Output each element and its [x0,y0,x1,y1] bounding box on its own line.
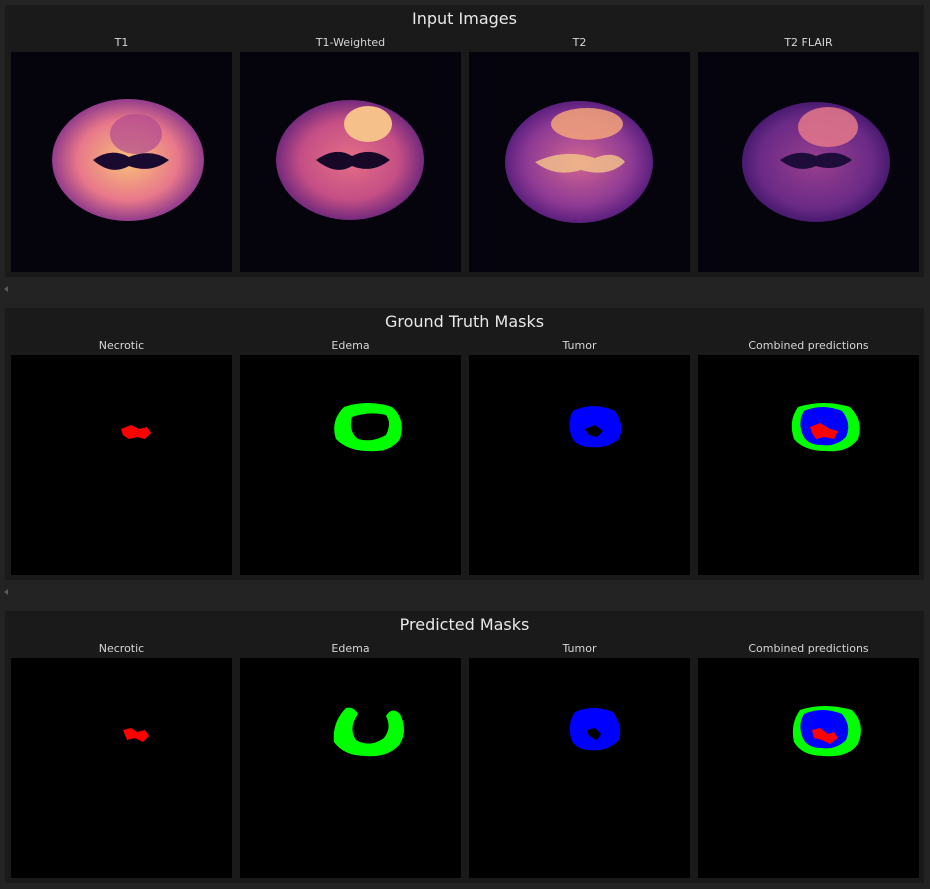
subplot-title: Combined predictions [748,339,869,352]
tumor-region [800,710,849,749]
edema-mask-image [240,355,461,575]
input-images-panel: Input Images T1 T1-Weighted T2 T2 FLAIR [5,5,924,277]
t2-flair-image [698,52,919,272]
t1-image [11,52,232,272]
panel-title: Input Images [412,9,517,28]
t2-image [469,52,690,272]
necrotic-region [123,728,149,742]
predicted-masks-panel: Predicted Masks Necrotic Edema Tumor Com… [5,611,924,883]
tumor-region [798,107,858,147]
ground-truth-masks-panel: Ground Truth Masks Necrotic Edema Tumor [5,308,924,580]
panel-title: Predicted Masks [399,615,530,634]
subplot-title: T2 [572,36,587,49]
scroll-left-arrow-icon[interactable] [4,589,8,595]
combined-mask-image [698,658,919,878]
horizontal-scrollbar[interactable] [0,580,930,606]
subplot-title: Necrotic [98,339,145,352]
edema-mask-image [240,658,461,878]
subplot-title: Combined predictions [748,642,869,655]
subplot-title: T1 [114,36,129,49]
tumor-mask-image [469,658,690,878]
subplot-title: Edema [331,339,370,352]
necrotic-mask-image [11,355,232,575]
t1-weighted-image [240,52,461,272]
tumor-region [344,106,392,142]
tumor-mask-image [469,355,690,575]
edema-region [333,707,404,757]
output-page: Input Images T1 T1-Weighted T2 T2 FLAIR … [0,0,930,889]
panel-title: Ground Truth Masks [384,312,545,331]
subplot-title: Tumor [562,339,597,352]
subplot-title: Tumor [562,642,597,655]
subplot-title: Edema [331,642,370,655]
subplot-title: Necrotic [98,642,145,655]
combined-mask-image [698,355,919,575]
necrotic-region [121,425,151,439]
subplot-title: T1-Weighted [315,36,386,49]
horizontal-scrollbar[interactable] [0,277,930,303]
tumor-region [110,114,162,154]
subplot-title: T2 FLAIR [784,36,833,49]
necrotic-mask-image [11,658,232,878]
scroll-left-arrow-icon[interactable] [4,286,8,292]
tumor-region [551,108,623,140]
edema-region [334,403,402,452]
